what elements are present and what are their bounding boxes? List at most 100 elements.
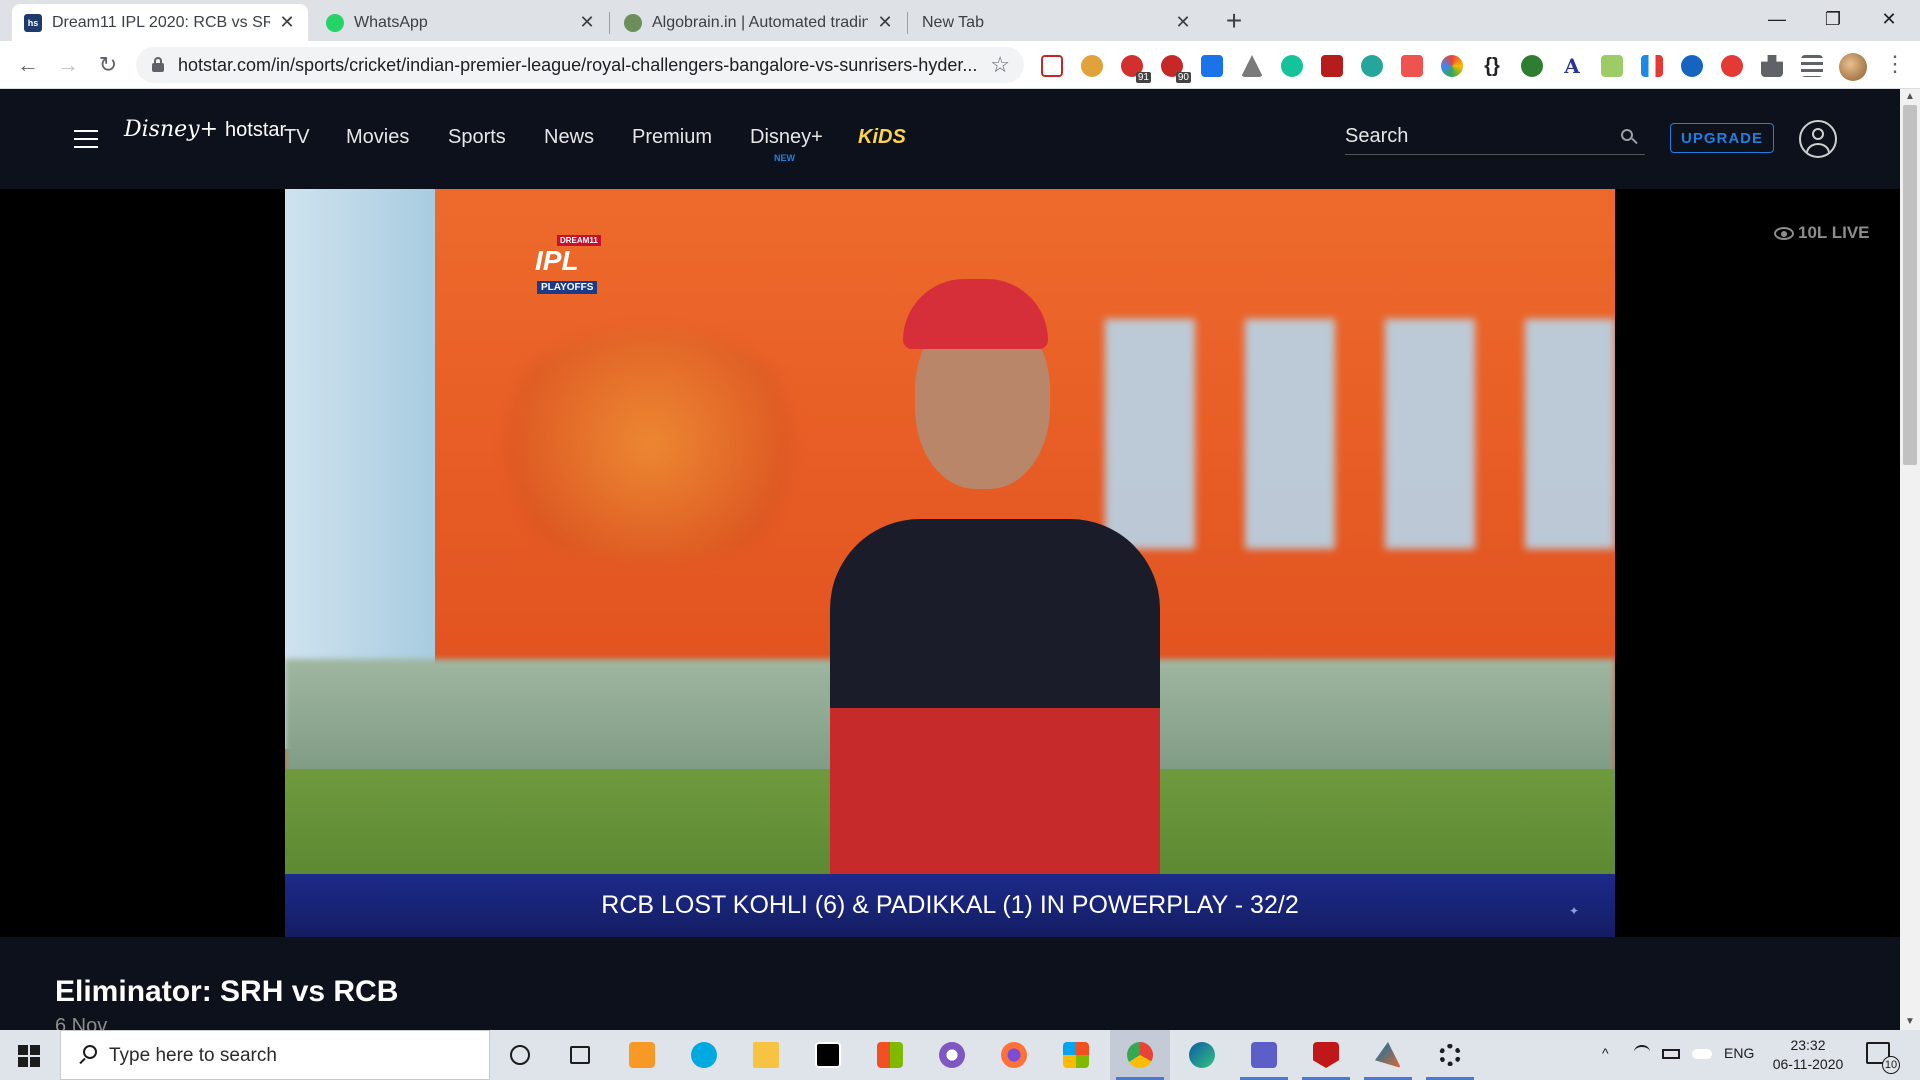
tab-whatsapp[interactable]: WhatsApp ✕ xyxy=(314,4,608,41)
task-view-icon[interactable] xyxy=(550,1030,610,1080)
address-bar[interactable]: hotstar.com/in/sports/cricket/indian-pre… xyxy=(136,47,1024,83)
nav-disney-plus[interactable]: Disney+ xyxy=(750,126,823,149)
onedrive-cloud-icon[interactable] xyxy=(1692,1049,1712,1059)
page-scrollbar[interactable]: ▲ ▼ xyxy=(1900,89,1920,1030)
score-ticker: RCB LOST KOHLI (6) & PADIKKAL (1) IN POW… xyxy=(285,874,1615,937)
wifi-icon[interactable] xyxy=(1634,1045,1650,1059)
hotstar-logo[interactable]: Disney+ hotstar xyxy=(124,117,286,142)
back-button[interactable]: ← xyxy=(12,49,44,81)
mcafee-extension-icon[interactable] xyxy=(1721,55,1743,77)
edge-icon[interactable] xyxy=(1172,1030,1232,1080)
close-icon[interactable]: ✕ xyxy=(1174,12,1192,33)
tab-algobrain[interactable]: Algobrain.in | Automated trading ✕ xyxy=(612,4,906,41)
match-info: Eliminator: SRH vs RCB 6 Nov xyxy=(0,937,1900,1037)
tab-new-tab[interactable]: New Tab ✕ xyxy=(910,4,1204,41)
pocket-extension-icon[interactable] xyxy=(1041,55,1063,77)
taskbar-search-input[interactable] xyxy=(109,1043,469,1069)
sublime-text-icon[interactable] xyxy=(612,1030,672,1080)
jetbrains-icon[interactable] xyxy=(798,1030,858,1080)
whatsapp-favicon xyxy=(326,13,344,32)
teams-icon[interactable] xyxy=(1234,1030,1294,1080)
minimize-button[interactable]: — xyxy=(1752,0,1802,38)
cookie-extension-icon[interactable] xyxy=(1081,55,1103,77)
screen: hs Dream11 IPL 2020: RCB vs SRH Li ✕ Wha… xyxy=(0,0,1920,1080)
profile-avatar[interactable] xyxy=(1839,53,1867,81)
restore-button[interactable]: ❐ xyxy=(1808,0,1858,38)
chrome-menu-icon[interactable]: ⋮ xyxy=(1884,51,1906,77)
grammarly-extension-icon[interactable] xyxy=(1281,55,1303,77)
nav-news[interactable]: News xyxy=(544,126,594,149)
vpn-extension-icon[interactable] xyxy=(1681,55,1703,77)
nav-movies[interactable]: Movies xyxy=(346,126,409,149)
close-icon[interactable]: ✕ xyxy=(578,12,596,33)
save-extension-icon[interactable] xyxy=(1401,55,1423,77)
cortana-icon[interactable] xyxy=(490,1030,550,1080)
flag-extension-icon[interactable] xyxy=(1641,55,1663,77)
microsoft-store-icon[interactable] xyxy=(860,1030,920,1080)
system-clock[interactable]: 23:32 06-11-2020 xyxy=(1766,1036,1850,1074)
notification-extension-icon[interactable]: 91 xyxy=(1121,55,1151,83)
chrome-taskbar-icon[interactable] xyxy=(1110,1030,1170,1080)
hotstar-header: Disney+ hotstar TV Movies Sports News Pr… xyxy=(0,89,1900,189)
firefox-icon[interactable] xyxy=(984,1030,1044,1080)
browser-toolbar: ← → ↻ hotstar.com/in/sports/cricket/indi… xyxy=(0,41,1920,89)
paint-icon[interactable] xyxy=(922,1030,982,1080)
settings-gear-icon[interactable] xyxy=(1420,1030,1480,1080)
file-explorer-icon[interactable] xyxy=(736,1030,796,1080)
scroll-up-arrow[interactable]: ▲ xyxy=(1900,89,1920,105)
mercury-extension-icon[interactable] xyxy=(1361,55,1383,77)
pdf-extension-icon[interactable] xyxy=(1321,55,1343,77)
search-icon[interactable] xyxy=(1621,129,1638,145)
nav-kids[interactable]: KiDS xyxy=(858,126,906,149)
ticker-text: RCB LOST KOHLI (6) & PADIKKAL (1) IN POW… xyxy=(601,891,1299,919)
bookmark-extension-icon[interactable] xyxy=(1201,55,1223,77)
drive-extension-icon[interactable] xyxy=(1241,55,1263,77)
video-player[interactable]: DREAM11 IPL PLAYOFFS RCB LOST KOHLI (6) … xyxy=(285,189,1615,937)
scroll-thumb[interactable] xyxy=(1903,105,1917,465)
extensions-puzzle-icon[interactable] xyxy=(1761,55,1783,77)
upgrade-button[interactable]: UPGRADE xyxy=(1670,123,1774,153)
hotstar-search xyxy=(1345,121,1645,155)
windows-taskbar: ^ ENG 23:32 06-11-2020 10 xyxy=(0,1030,1920,1080)
search-input[interactable] xyxy=(1345,121,1605,151)
match-title: Eliminator: SRH vs RCB xyxy=(55,975,399,1008)
bookmark-star-icon[interactable]: ☆ xyxy=(990,52,1010,78)
colorzilla-extension-icon[interactable] xyxy=(1441,55,1463,77)
tab-title: Algobrain.in | Automated trading xyxy=(652,13,868,31)
json-extension-icon[interactable]: {} xyxy=(1481,55,1503,77)
language-indicator[interactable]: ENG xyxy=(1724,1045,1754,1061)
tab-title: Dream11 IPL 2020: RCB vs SRH Li xyxy=(52,13,270,31)
hamburger-menu-icon[interactable] xyxy=(74,130,98,148)
nav-sports[interactable]: Sports xyxy=(448,126,506,149)
star-icon: ✦ xyxy=(1569,904,1580,918)
screenshot-extension-icon[interactable] xyxy=(1601,55,1623,77)
url-text[interactable]: hotstar.com/in/sports/cricket/indian-pre… xyxy=(178,55,986,76)
eye-icon xyxy=(1774,226,1794,240)
tab-separator xyxy=(609,12,610,34)
nav-tv[interactable]: TV xyxy=(284,126,310,149)
lock-icon[interactable] xyxy=(152,57,164,72)
notification-count: 10 xyxy=(1882,1056,1900,1074)
green-extension-icon[interactable] xyxy=(1521,55,1543,77)
close-icon[interactable]: ✕ xyxy=(278,12,296,33)
user-profile-icon[interactable] xyxy=(1799,120,1837,158)
font-extension-icon[interactable]: A xyxy=(1561,55,1583,77)
tray-chevron-icon[interactable]: ^ xyxy=(1602,1045,1609,1061)
forward-button[interactable]: → xyxy=(52,49,84,81)
skype-icon[interactable] xyxy=(674,1030,734,1080)
new-tab-button[interactable]: + xyxy=(1218,6,1250,38)
reload-button[interactable]: ↻ xyxy=(92,49,124,81)
windows-start-icon[interactable] xyxy=(18,1045,40,1067)
mcafee-taskbar-icon[interactable] xyxy=(1296,1030,1356,1080)
battery-icon[interactable] xyxy=(1662,1049,1680,1059)
adblock-extension-icon[interactable]: 90 xyxy=(1161,55,1191,83)
window-close-button[interactable]: ✕ xyxy=(1864,0,1914,38)
tab-title: New Tab xyxy=(922,13,984,31)
tab-hotstar[interactable]: hs Dream11 IPL 2020: RCB vs SRH Li ✕ xyxy=(12,4,308,41)
nav-premium[interactable]: Premium xyxy=(632,126,712,149)
matlab-icon[interactable] xyxy=(1358,1030,1418,1080)
office-icon[interactable] xyxy=(1046,1030,1106,1080)
close-icon[interactable]: ✕ xyxy=(876,12,894,33)
reading-list-icon[interactable] xyxy=(1801,55,1823,77)
scroll-down-arrow[interactable]: ▼ xyxy=(1900,1014,1920,1030)
